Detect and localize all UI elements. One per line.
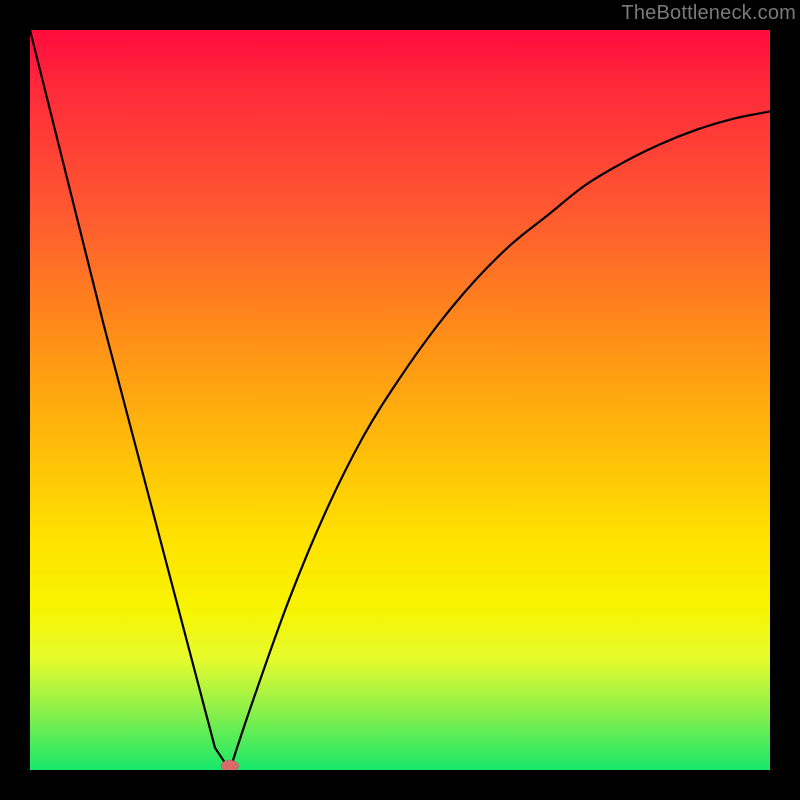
attribution-text: TheBottleneck.com bbox=[621, 2, 796, 25]
plot-area bbox=[30, 30, 770, 770]
curve-right-branch bbox=[230, 111, 770, 770]
plot-svg bbox=[30, 30, 770, 770]
minimum-marker bbox=[221, 760, 239, 770]
chart-frame: TheBottleneck.com bbox=[0, 0, 800, 800]
curve-left-branch bbox=[30, 30, 230, 770]
